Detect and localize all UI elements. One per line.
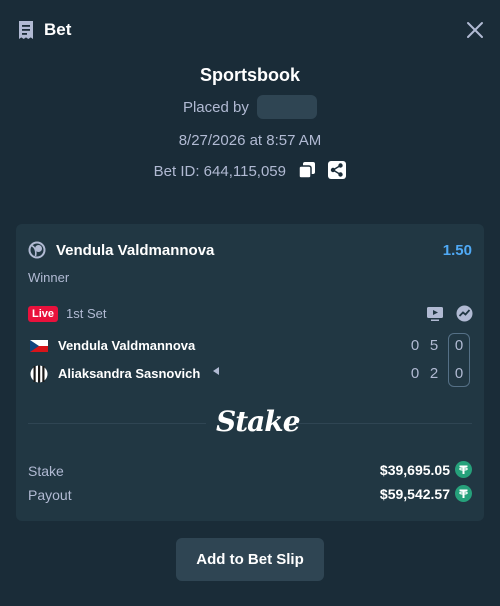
placed-by-row: Placed by: [0, 95, 500, 120]
bet-id: Bet ID: 644,115,059: [153, 163, 286, 180]
czech-flag-icon: [30, 340, 48, 352]
bet-id-row: Bet ID: 644,115,059: [0, 161, 500, 183]
stake-value: $39,695.05: [379, 462, 450, 478]
bet-card: Vendula Valdmannova 1.50 Winner Live 1st…: [16, 224, 484, 521]
stake-label: Stake: [28, 463, 64, 479]
player-1-set: 5: [429, 337, 439, 354]
player-2-flag-icon: [30, 365, 48, 383]
live-stream-icon[interactable]: [426, 306, 444, 322]
close-icon[interactable]: [464, 19, 486, 41]
player-2-games: 0: [410, 365, 420, 382]
modal-header: Bet: [0, 0, 500, 60]
hidden-username: [257, 95, 318, 120]
stake-logo: Stake: [216, 405, 301, 438]
tether-icon: [455, 461, 472, 478]
market-name: Winner: [28, 270, 70, 285]
match-period: 1st Set: [66, 306, 107, 321]
player-1-name: Vendula Valdmannova: [58, 338, 196, 353]
payout-label: Payout: [28, 487, 72, 503]
copy-icon[interactable]: [298, 161, 316, 179]
player-1-games: 0: [410, 337, 420, 354]
odds-value: 1.50: [442, 242, 472, 259]
selection-name: Vendula Valdmannova: [56, 242, 215, 259]
player-2-set: 2: [429, 365, 439, 382]
points-column-highlight: [448, 333, 470, 387]
tether-icon: [455, 485, 472, 502]
payout-value: $59,542.57: [379, 486, 450, 502]
placed-by-label: Placed by: [182, 99, 249, 116]
player-2-name: Aliaksandra Sasnovich: [58, 366, 201, 381]
share-icon[interactable]: [328, 161, 347, 180]
divider-left: [28, 423, 206, 424]
bet-slip-icon: [19, 21, 33, 39]
stats-icon[interactable]: [456, 305, 473, 322]
bet-datetime: 8/27/2026 at 8:57 AM: [178, 132, 322, 149]
divider-right: [296, 423, 472, 424]
sportsbook-title: Sportsbook: [199, 65, 300, 85]
add-to-bet-slip-button[interactable]: Add to Bet Slip: [176, 538, 324, 581]
tennis-icon: [28, 241, 46, 259]
modal-title: Bet: [44, 20, 72, 39]
serving-indicator-icon: [213, 367, 219, 375]
live-badge: Live: [28, 306, 58, 322]
